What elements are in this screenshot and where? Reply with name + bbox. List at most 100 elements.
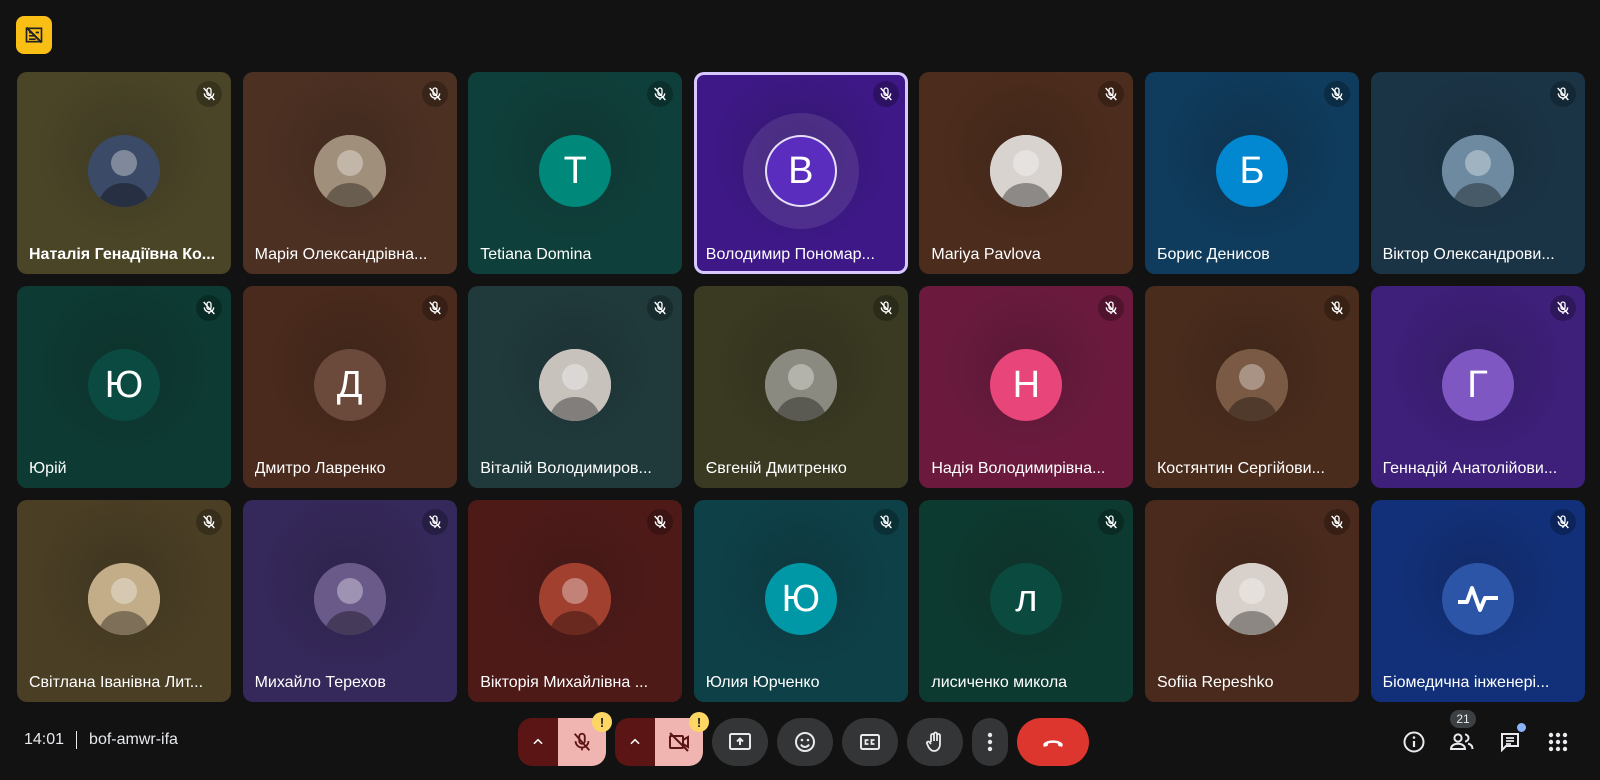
mic-muted-icon [196,295,222,321]
meeting-time: 14:01 [24,731,65,748]
chat-button[interactable] [1486,718,1534,766]
mic-muted-icon [1323,81,1350,107]
mic-muted-icon [647,509,674,535]
participant-name: Михайло Терехов [254,674,386,691]
participant-avatar: T [539,135,612,207]
avatar-initial: Ю [104,363,144,406]
mic-muted-icon [196,509,222,535]
mic-muted-icon [872,81,899,107]
participant-name: Марія Олександрівна... [254,246,428,263]
participant-name: Tetiana Domina [480,246,592,263]
more-options-button[interactable] [972,718,1008,766]
avatar-initial: л [1015,577,1038,620]
mic-warning-icon[interactable]: ! [592,712,612,732]
mic-muted-icon [1549,295,1576,321]
participant-avatar [990,135,1063,207]
camera-off-icon [669,732,689,752]
avatar-initial: B [788,149,814,192]
participant-tile[interactable]: Ю Юлия Юрченко [693,500,908,702]
mic-muted-icon [1098,295,1125,321]
participant-name: Юлия Юрченко [705,674,820,691]
call-controls: ! ! [518,712,1089,766]
participant-avatar: л [990,563,1063,635]
participant-name: Вікторія Михайлівна ... [480,674,649,691]
mic-control: ! [518,712,612,766]
avatar-initial: Ю [781,577,820,620]
meeting-details-button[interactable] [1390,718,1438,766]
participant-tile[interactable]: Вікторія Михайлівна ... [468,500,683,702]
participant-name: Біомедична інженері... [1382,674,1550,691]
participant-name: Sofiia Repeshko [1156,674,1274,691]
participant-tile[interactable]: л лисиченко микола [919,500,1134,702]
participant-tile[interactable]: Sofiia Repeshko [1144,500,1359,702]
participant-name: Юрій [29,460,67,477]
captions-button[interactable] [842,718,898,766]
participant-avatar [1441,135,1514,207]
participant-tile[interactable]: Біомедична інженері... [1370,500,1585,702]
divider [76,731,78,749]
raise-hand-button[interactable] [907,718,963,766]
participant-avatar [88,135,160,207]
participant-tile[interactable]: Ю Юрій [17,286,231,488]
meet-window: Наталія Генадіївна Ко... Марія Олександрі… [0,0,1600,780]
present-to-all-icon [729,733,751,750]
present-screen-button[interactable] [712,718,768,766]
activities-button[interactable] [1534,718,1582,766]
participant-grid: Наталія Генадіївна Ко... Марія Олександрі… [17,72,1585,702]
avatar-initial: T [563,149,587,192]
closed-captions-icon [860,734,880,750]
participant-avatar [1215,349,1288,421]
participant-avatar [1215,563,1288,635]
participant-name: Костянтин Сергійови... [1156,460,1325,477]
participant-avatar: Н [990,349,1063,421]
recording-indicator[interactable] [16,16,52,54]
info-icon [1403,731,1425,753]
mic-muted-icon [421,295,448,321]
mic-muted-icon [1549,81,1576,107]
participant-tile[interactable]: Євгеній Дмитренко [693,286,908,488]
participant-tile[interactable]: Н Надія Володимирівна... [919,286,1134,488]
participant-name: Надія Володимирівна... [931,460,1106,477]
participant-name: Володимир Пономар... [705,246,875,263]
participant-tile[interactable]: Костянтин Сергійови... [1144,286,1359,488]
mic-muted-icon [196,81,222,107]
participant-tile[interactable]: Наталія Генадіївна Ко... [17,72,231,274]
participant-name: Дмитро Лавренко [254,460,386,477]
participant-tile[interactable]: T Tetiana Domina [468,72,683,274]
participant-tile[interactable]: Світлана Іванівна Лит... [17,500,231,702]
leave-call-button[interactable] [1017,718,1089,766]
people-icon [1449,733,1474,750]
people-button[interactable]: 21 [1438,710,1486,766]
participant-tile[interactable]: Марія Олександрівна... [242,72,457,274]
mic-muted-icon [872,295,899,321]
participant-avatar [313,563,386,635]
reactions-button[interactable] [777,718,833,766]
participant-name: Євгеній Дмитренко [705,460,847,477]
participant-tile[interactable]: B Володимир Пономар... [693,72,908,274]
participant-tile[interactable]: Віталій Володимиров... [468,286,683,488]
participant-name: Віталій Володимиров... [480,460,652,477]
participant-avatar: Д [313,349,386,421]
video-options-button[interactable] [615,718,655,766]
camera-warning-icon[interactable]: ! [689,712,709,732]
unread-indicator [1517,723,1526,732]
audio-options-button[interactable] [518,718,558,766]
participant-tile[interactable]: Г Геннадій Анатолійови... [1370,286,1585,488]
participant-avatar: Г [1441,349,1514,421]
camera-control: ! [615,712,709,766]
participant-tile[interactable]: Віктор Олександрови... [1370,72,1585,274]
participant-avatar: B [764,135,837,207]
mic-muted-icon [647,295,674,321]
mic-muted-icon [872,509,899,535]
meeting-code[interactable]: bof-amwr-ifa [89,731,178,749]
avatar-initial: Н [1012,363,1041,406]
participant-tile[interactable]: Б Борис Денисов [1144,72,1359,274]
participant-tile[interactable]: Михайло Терехов [242,500,457,702]
emoji-icon [795,732,815,752]
participant-tile[interactable]: Mariya Pavlova [919,72,1134,274]
participant-avatar [539,349,612,421]
participant-tile[interactable]: Д Дмитро Лавренко [242,286,457,488]
participant-name: Борис Денисов [1156,246,1270,263]
participant-name: лисиченко микола [931,674,1068,691]
mic-muted-icon [421,81,448,107]
